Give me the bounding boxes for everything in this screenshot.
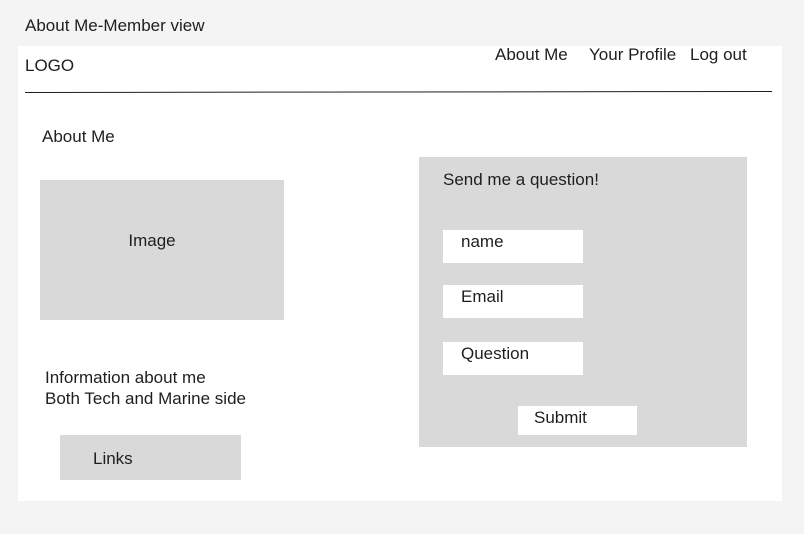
nav-log-out[interactable]: Log out [690,45,747,65]
info-text: Information about me Both Tech and Marin… [45,367,246,409]
logo: LOGO [25,56,75,75]
image-placeholder-label: Image [128,231,176,250]
image-placeholder: Image [40,180,284,320]
info-line-1: Information about me [45,368,206,387]
name-field[interactable]: name [443,230,583,263]
submit-button-label: Submit [534,408,587,427]
page-heading: About Me [42,127,115,146]
links-label: Links [93,449,133,468]
email-field-placeholder: Email [461,287,504,306]
nav-your-profile[interactable]: Your Profile [589,45,676,65]
name-field-placeholder: name [461,232,504,251]
question-field-placeholder: Question [461,344,530,363]
question-field[interactable]: Question [443,342,583,375]
submit-button[interactable]: Submit [518,406,637,435]
links-button[interactable]: Links [60,435,241,480]
nav-about-me[interactable]: About Me [495,45,568,65]
frame-title: About Me-Member view [25,16,205,35]
question-form-title: Send me a question! [443,170,599,189]
info-line-2: Both Tech and Marine side [45,389,246,408]
email-field[interactable]: Email [443,285,583,318]
